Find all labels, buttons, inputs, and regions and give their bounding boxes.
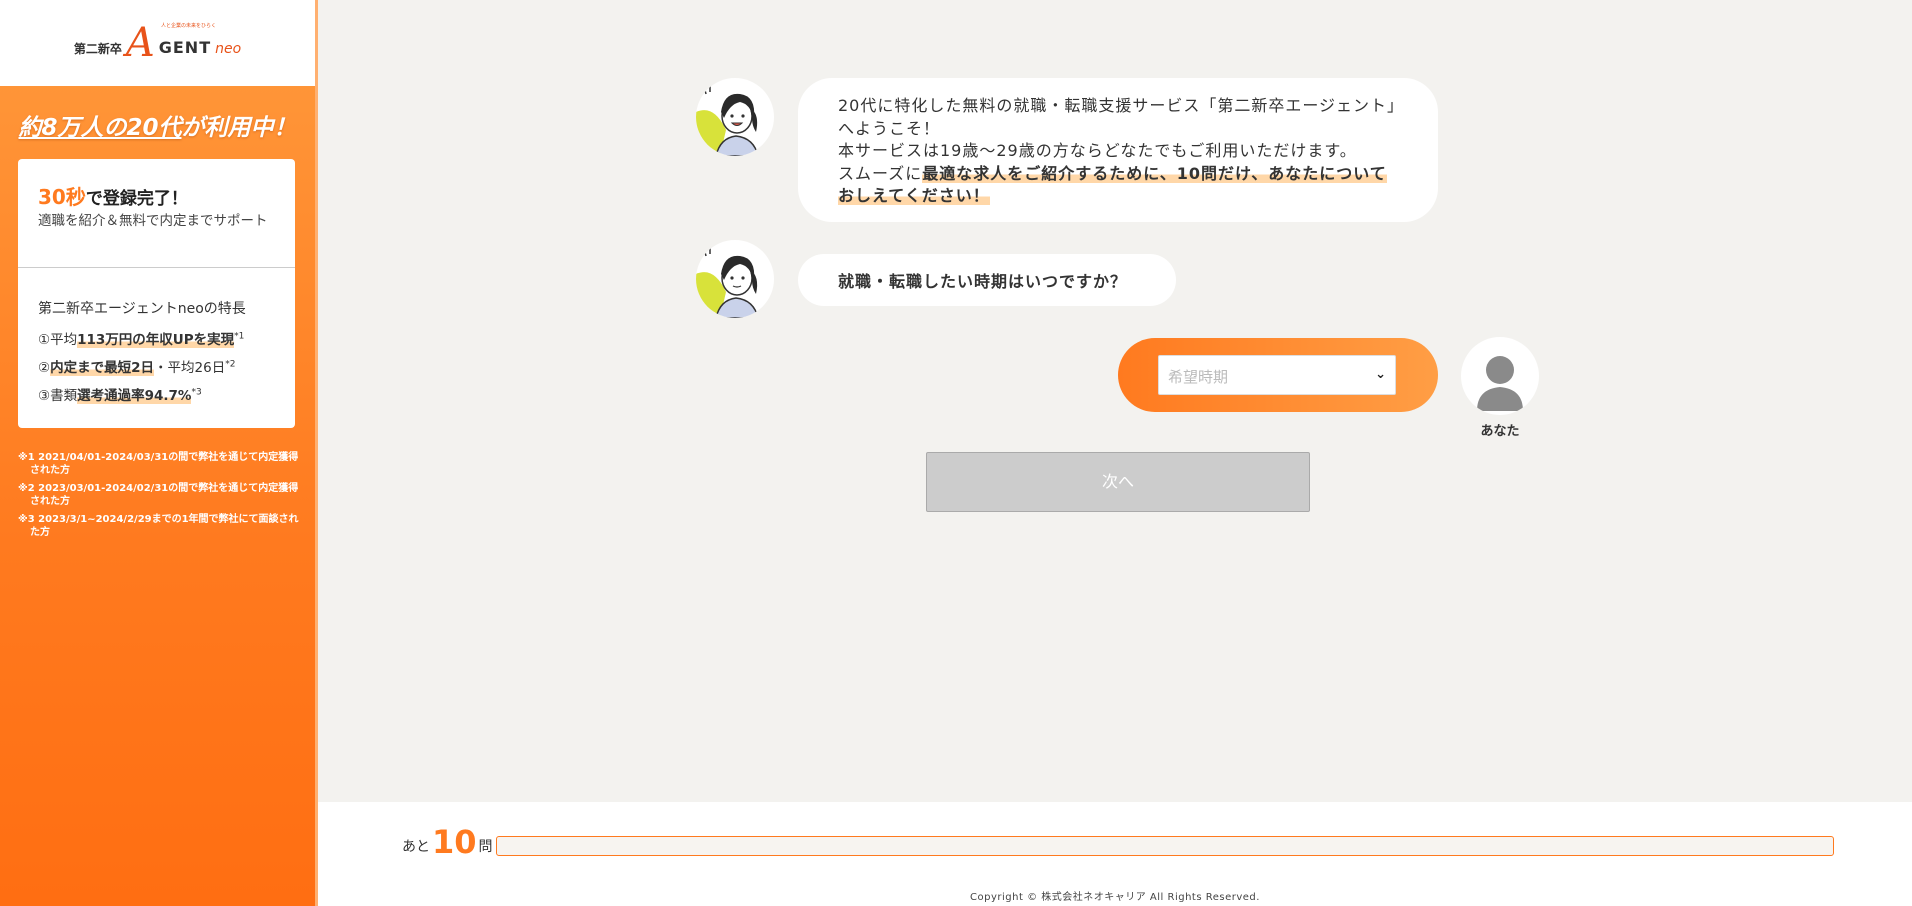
agent-avatar-icon <box>696 240 774 318</box>
remaining-questions: あと 10 問 <box>402 824 493 860</box>
agent-avatar-icon <box>696 78 774 156</box>
logo-tagline: 人と企業の未来をひらく <box>161 23 217 29</box>
footnote: ※2 2023/03/01-2024/02/31の間で弊社を通じて内定獲得された… <box>18 483 299 507</box>
remaining-count: 10 <box>432 823 477 861</box>
message-text: スムーズに <box>838 163 923 183</box>
card-features: 第二新卒エージェントneoの特長 ①平均113万円の年収UPを実現*1 ②内定ま… <box>18 268 295 404</box>
message-line: 20代に特化した無料の就職・転職支援サービス「第二新卒エージェント」へようこそ！ <box>838 96 1397 138</box>
remaining-pre: あと <box>402 839 430 855</box>
headline: 約8万人の20代が利用中！ <box>0 108 315 142</box>
card-title: 30秒で登録完了！ <box>38 181 275 210</box>
agent-message-welcome: 20代に特化した無料の就職・転職支援サービス「第二新卒エージェント」へようこそ！… <box>798 78 1438 222</box>
feature-sup: *2 <box>225 359 236 370</box>
footnotes: ※1 2021/04/01-2024/03/31の間で弊社を通じて内定獲得された… <box>18 451 300 544</box>
feature-item: ②内定まで最短2日・平均26日*2 <box>38 356 275 376</box>
feature-pre: ①平均 <box>38 332 78 348</box>
feature-bold: 113万円の年収UPを実現 <box>77 332 235 348</box>
logo-suffix: neo <box>215 41 242 57</box>
card-title-rest: で登録完了！ <box>85 189 188 209</box>
next-button[interactable]: 次へ <box>926 452 1310 512</box>
feature-bold: 内定まで最短2日 <box>50 360 155 376</box>
answer-bubble: 希望時期 ⌄ <box>1118 338 1438 412</box>
logo-letter-a: A <box>125 20 155 66</box>
agent-message-question: 就職・転職したい時期はいつですか？ <box>798 254 1176 306</box>
feature-post: ・平均26日 <box>154 360 226 376</box>
select-placeholder: 希望時期 <box>1168 368 1229 386</box>
timing-select[interactable]: 希望時期 ⌄ <box>1158 355 1396 395</box>
headline-part2: が利用中！ <box>181 115 297 141</box>
feature-item: ③書類選考通過率94.7%*3 <box>38 384 275 404</box>
logo-box: 第二新卒 A GENT neo 人と企業の未来をひらく <box>0 0 315 86</box>
chevron-down-icon: ⌄ <box>1375 367 1386 382</box>
feature-sup: *1 <box>234 331 245 342</box>
copyright: Copyright © 株式会社ネオキャリア All Rights Reserv… <box>970 892 1260 903</box>
footnote: ※1 2021/04/01-2024/03/31の間で弊社を通じて内定獲得された… <box>18 452 299 476</box>
feature-pre: ③書類 <box>38 388 78 404</box>
footer: あと 10 問 Copyright © 株式会社ネオキャリア All Right… <box>318 802 1912 906</box>
card-top: 30秒で登録完了！ 適職を紹介＆無料で内定までサポート <box>18 159 295 268</box>
progress-bar <box>496 836 1834 856</box>
user-label: あなた <box>1480 424 1520 439</box>
user-avatar-icon <box>1461 337 1539 415</box>
message-line: 本サービスは19歳〜29歳の方ならどなたでもご利用いただけます。 <box>838 141 1357 160</box>
brand-logo[interactable]: 第二新卒 A GENT neo 人と企業の未来をひらく <box>74 23 241 63</box>
card-subtitle: 適職を紹介＆無料で内定までサポート <box>38 213 268 229</box>
headline-part1: 約8万人の20代 <box>18 115 182 141</box>
feature-item: ①平均113万円の年収UPを実現*1 <box>38 328 275 348</box>
card-title-highlight: 30秒 <box>38 185 86 209</box>
features-title: 第二新卒エージェントneoの特長 <box>38 301 246 317</box>
feature-card: 30秒で登録完了！ 適職を紹介＆無料で内定までサポート 第二新卒エージェントne… <box>18 159 295 428</box>
remaining-post: 問 <box>478 839 493 855</box>
footnote: ※3 2023/3/1~2024/2/29までの1年間で弊社にて面談された方 <box>18 514 299 538</box>
sidebar: 第二新卒 A GENT neo 人と企業の未来をひらく 約8万人の20代が利用中… <box>0 0 318 906</box>
feature-pre: ② <box>38 360 51 376</box>
feature-bold: 選考通過率94.7% <box>77 388 192 404</box>
logo-gent: GENT <box>158 38 212 57</box>
message-line: スムーズに最適な求人をご紹介するために、10問だけ、あなたについておしえてくださ… <box>838 163 1398 208</box>
feature-sup: *3 <box>191 387 202 398</box>
logo-prefix: 第二新卒 <box>73 42 122 56</box>
